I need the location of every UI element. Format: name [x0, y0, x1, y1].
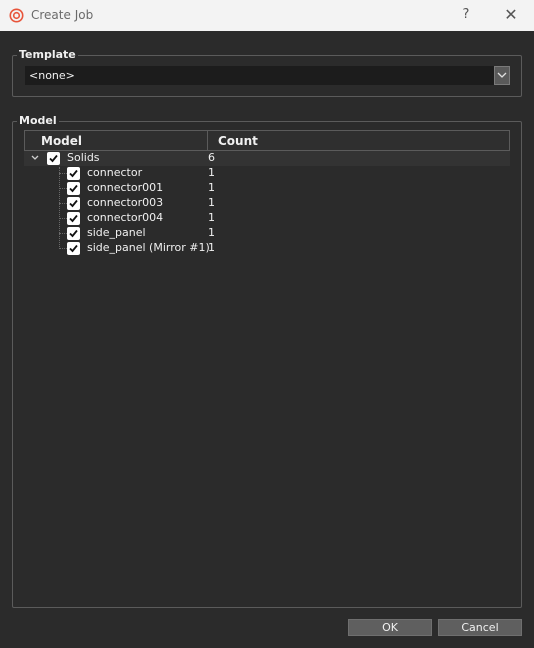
- checkmark-icon: [69, 199, 78, 208]
- checkbox-connector001[interactable]: [67, 182, 80, 195]
- checkmark-icon: [69, 229, 78, 238]
- template-dropdown[interactable]: <none>: [25, 66, 510, 85]
- template-group-label: Template: [17, 48, 78, 61]
- checkmark-icon: [69, 244, 78, 253]
- tree-header: Model Count: [24, 130, 510, 151]
- app-logo-icon: [9, 8, 24, 23]
- tree-item-label: connector003: [87, 196, 164, 209]
- window-title: Create Job: [31, 8, 94, 22]
- checkbox-connector003[interactable]: [67, 197, 80, 210]
- tree-item-label: Solids: [67, 151, 100, 164]
- tree-item-count: 1: [208, 241, 215, 254]
- checkmark-icon: [69, 169, 78, 178]
- tree-item-label: connector004: [87, 211, 164, 224]
- checkbox-connector004[interactable]: [67, 212, 80, 225]
- tree-item-count: 1: [208, 211, 215, 224]
- checkbox-solids[interactable]: [47, 152, 60, 165]
- checkmark-icon: [69, 184, 78, 193]
- tree-row-solids[interactable]: Solids 6: [24, 151, 510, 166]
- checkbox-side-panel-mirror[interactable]: [67, 242, 80, 255]
- title-bar: Create Job ? ✕: [0, 0, 534, 31]
- tree-item-count: 1: [208, 181, 215, 194]
- chevron-down-icon: [497, 72, 507, 78]
- tree-row-child[interactable]: connector001 1: [24, 181, 510, 196]
- tree-item-label: connector: [87, 166, 143, 179]
- tree-row-child[interactable]: side_panel (Mirror #1) 1: [24, 241, 510, 256]
- column-header-model[interactable]: Model: [41, 134, 82, 148]
- tree-row-child[interactable]: connector004 1: [24, 211, 510, 226]
- tree-item-label: side_panel: [87, 226, 146, 239]
- tree-item-count: 1: [208, 196, 215, 209]
- tree-item-label: connector001: [87, 181, 164, 194]
- model-group-label: Model: [17, 114, 59, 127]
- column-header-count[interactable]: Count: [218, 134, 258, 148]
- model-tree[interactable]: Model Count Solids 6 connector 1 connect…: [24, 130, 510, 600]
- help-button[interactable]: ?: [456, 7, 476, 22]
- tree-row-child[interactable]: connector003 1: [24, 196, 510, 211]
- tree-item-label: side_panel (Mirror #1): [87, 241, 210, 254]
- column-separator[interactable]: [207, 131, 208, 151]
- tree-item-count: 1: [208, 226, 215, 239]
- tree-row-child[interactable]: side_panel 1: [24, 226, 510, 241]
- chevron-down-icon[interactable]: [30, 152, 40, 164]
- checkbox-connector[interactable]: [67, 167, 80, 180]
- close-button[interactable]: ✕: [501, 5, 521, 24]
- tree-row-child[interactable]: connector 1: [24, 166, 510, 181]
- ok-button[interactable]: OK: [348, 619, 432, 636]
- checkmark-icon: [49, 154, 58, 163]
- tree-item-count: 6: [208, 151, 215, 164]
- checkbox-side-panel[interactable]: [67, 227, 80, 240]
- dropdown-arrow-button[interactable]: [494, 66, 510, 85]
- cancel-button[interactable]: Cancel: [438, 619, 522, 636]
- template-selected-value: <none>: [29, 69, 75, 82]
- checkmark-icon: [69, 214, 78, 223]
- tree-item-count: 1: [208, 166, 215, 179]
